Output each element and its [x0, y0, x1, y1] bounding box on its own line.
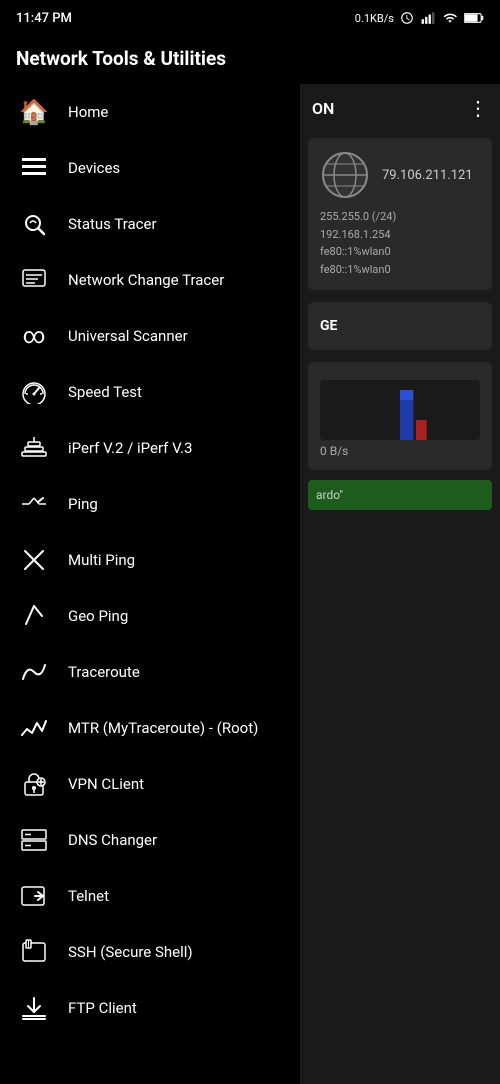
- sidebar-item-universal-scanner[interactable]: ∞ Universal Scanner: [0, 308, 300, 364]
- sidebar-item-label-telnet: Telnet: [68, 887, 109, 905]
- vpn-client-icon: [20, 770, 48, 798]
- network-info: 255.255.0 (/24) 192.168.1.254 fe80::1%wl…: [320, 208, 480, 278]
- ip-address: 79.106.211.121: [382, 168, 473, 183]
- ftp-client-icon: [20, 994, 48, 1022]
- green-card: ardo": [308, 480, 492, 510]
- status-time: 11:47 PM: [16, 11, 72, 26]
- ssh-icon: [20, 938, 48, 966]
- sidebar-item-multi-ping[interactable]: Multi Ping: [0, 532, 300, 588]
- globe-row: 79.106.211.121: [320, 150, 480, 200]
- sidebar-item-speed-test[interactable]: Speed Test: [0, 364, 300, 420]
- battery-icon: [464, 12, 484, 24]
- alarm-icon: [400, 11, 414, 25]
- ip-card: 79.106.211.121 255.255.0 (/24) 192.168.1…: [308, 138, 492, 290]
- sidebar-item-label-universal-scanner: Universal Scanner: [68, 327, 188, 345]
- wifi-icon: [442, 11, 458, 25]
- main-layout: 🏠 Home Devices Stat: [0, 84, 500, 1084]
- sidebar-item-home[interactable]: 🏠 Home: [0, 84, 300, 140]
- drawer-menu: 🏠 Home Devices Stat: [0, 84, 300, 1084]
- network-change-tracer-icon: [20, 266, 48, 294]
- ip-info: 79.106.211.121: [382, 168, 473, 183]
- graph-card: 0 B/s: [308, 362, 492, 470]
- sidebar-item-label-ping: Ping: [68, 495, 98, 513]
- sidebar-item-label-iperf: iPerf V.2 / iPerf V.3: [68, 439, 192, 457]
- signal-icon: [420, 11, 436, 25]
- sidebar-item-label-ftp-client: FTP Client: [68, 999, 137, 1017]
- devices-icon: [20, 154, 48, 182]
- traceroute-icon: [20, 658, 48, 686]
- sidebar-item-status-tracer[interactable]: Status Tracer: [0, 196, 300, 252]
- sidebar-item-label-geo-ping: Geo Ping: [68, 607, 128, 625]
- home-icon: 🏠: [20, 98, 48, 126]
- sidebar-item-label-home: Home: [68, 103, 108, 121]
- content-title: ON: [312, 99, 334, 118]
- speed-graph-svg: [320, 380, 480, 440]
- sidebar-item-label-mtr: MTR (MyTraceroute) - (Root): [68, 719, 258, 737]
- mtr-icon: [20, 714, 48, 742]
- universal-scanner-icon: ∞: [20, 322, 48, 350]
- sidebar-item-ssh[interactable]: SSH (Secure Shell): [0, 924, 300, 980]
- sidebar-item-vpn-client[interactable]: VPN CLient: [0, 756, 300, 812]
- sidebar-item-dns-changer[interactable]: DNS Changer: [0, 812, 300, 868]
- sidebar-item-label-network-change-tracer: Network Change Tracer: [68, 271, 224, 289]
- sidebar-item-label-multi-ping: Multi Ping: [68, 551, 135, 569]
- sidebar-item-label-dns-changer: DNS Changer: [68, 831, 157, 849]
- sidebar-item-telnet[interactable]: Telnet: [0, 868, 300, 924]
- sidebar-item-label-status-tracer: Status Tracer: [68, 215, 157, 233]
- more-options-icon[interactable]: ⋮: [468, 96, 488, 120]
- sidebar-item-label-traceroute: Traceroute: [68, 663, 140, 681]
- content-header: ON ⋮: [300, 84, 500, 132]
- sidebar-item-mtr[interactable]: MTR (MyTraceroute) - (Root): [0, 700, 300, 756]
- globe-icon: [320, 150, 370, 200]
- ping-icon: [20, 490, 48, 518]
- sidebar-item-label-vpn-client: VPN CLient: [68, 775, 144, 793]
- sidebar-item-label-ssh: SSH (Secure Shell): [68, 943, 193, 961]
- status-right: 0.1KB/s: [355, 11, 484, 25]
- app-header: Network Tools & Utilities: [0, 32, 500, 84]
- iperf-icon: [20, 434, 48, 462]
- sidebar-item-traceroute[interactable]: Traceroute: [0, 644, 300, 700]
- content-panel: ON ⋮ 79.106.211.121 255.255.0 (/24) 192.…: [300, 84, 500, 1084]
- telnet-icon: [20, 882, 48, 910]
- speed-label: 0 B/s: [320, 444, 480, 458]
- speed-test-icon: [20, 378, 48, 406]
- sidebar-item-ftp-client[interactable]: FTP Client: [0, 980, 300, 1036]
- sidebar-item-label-devices: Devices: [68, 159, 120, 177]
- sidebar-item-network-change-tracer[interactable]: Network Change Tracer: [0, 252, 300, 308]
- geo-ping-icon: [20, 602, 48, 630]
- sidebar-item-ping[interactable]: Ping: [0, 476, 300, 532]
- dns-changer-icon: [20, 826, 48, 854]
- multi-ping-icon: [20, 546, 48, 574]
- status-bar: 11:47 PM 0.1KB/s: [0, 0, 500, 32]
- sidebar-item-devices[interactable]: Devices: [0, 140, 300, 196]
- sidebar-item-label-speed-test: Speed Test: [68, 383, 142, 401]
- network-type-badge: GE: [320, 314, 480, 338]
- ge-card: GE: [308, 302, 492, 350]
- speed-graph: [320, 380, 480, 440]
- network-speed: 0.1KB/s: [355, 12, 394, 25]
- app-title: Network Tools & Utilities: [16, 47, 226, 70]
- status-tracer-icon: [20, 210, 48, 238]
- sidebar-item-geo-ping[interactable]: Geo Ping: [0, 588, 300, 644]
- green-card-label: ardo": [316, 488, 343, 502]
- sidebar-item-iperf[interactable]: iPerf V.2 / iPerf V.3: [0, 420, 300, 476]
